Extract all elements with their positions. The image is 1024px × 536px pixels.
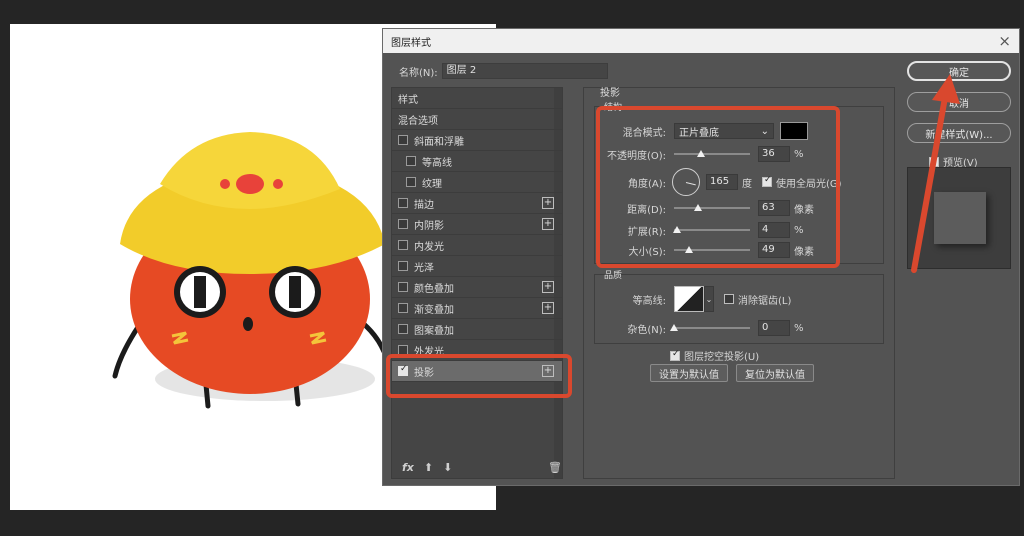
noise-input[interactable]: 0 [758, 320, 790, 336]
style-checkbox[interactable] [398, 219, 408, 229]
style-item-label: 等高线 [422, 157, 452, 169]
default-buttons-row: 设置为默认值 复位为默认值 [650, 364, 814, 382]
style-item[interactable]: 颜色叠加 + [392, 277, 562, 298]
style-item-label: 斜面和浮雕 [414, 136, 464, 148]
preview-swatch [934, 192, 986, 244]
move-up-icon[interactable]: ⬆ [424, 461, 433, 474]
add-style-icon[interactable]: + [542, 302, 554, 314]
style-item[interactable]: 描边 + [392, 193, 562, 214]
dialog-title: 图层样式 [391, 37, 431, 49]
trash-icon[interactable]: 🗑 [548, 461, 562, 474]
styles-header[interactable]: 样式 [392, 88, 562, 109]
quality-title: 品质 [604, 271, 623, 281]
noise-unit: % [794, 322, 804, 334]
style-checkbox[interactable] [406, 177, 416, 187]
style-item[interactable]: 图案叠加 [392, 319, 562, 340]
style-checkbox[interactable] [398, 303, 408, 313]
section-title: 投影 [600, 88, 620, 99]
reset-default-button[interactable]: 复位为默认值 [736, 364, 814, 382]
noise-label: 杂色(N): [627, 324, 666, 336]
chevron-down-icon[interactable]: ⌄ [704, 286, 714, 312]
style-checkbox[interactable] [398, 135, 408, 145]
layer-name-row: 名称(N): 图层 2 [399, 63, 608, 79]
style-checkbox[interactable] [398, 282, 408, 292]
close-icon[interactable]: × [998, 32, 1011, 50]
style-checkbox[interactable] [398, 261, 408, 271]
styles-list: 样式 混合选项 斜面和浮雕等高线纹理描边 + 内阴影 + 内发光光泽颜色叠加 + 渐变叠加 +… [391, 87, 563, 479]
style-item[interactable]: 光泽 [392, 256, 562, 277]
contour-picker[interactable] [674, 286, 704, 312]
blend-options-item[interactable]: 混合选项 [392, 109, 562, 130]
style-item-label: 纹理 [422, 178, 442, 190]
ok-button[interactable]: 确定 [907, 61, 1011, 81]
styles-list-footer: fx ⬆ ⬇ 🗑 [402, 461, 562, 474]
highlight-settings-box [596, 106, 840, 268]
knockout-checkbox[interactable] [670, 349, 680, 361]
knockout-label: 图层挖空投影(U) [684, 352, 760, 363]
contour-row: 等高线: ⌄ 消除锯齿(L) [600, 286, 791, 312]
fx-icon[interactable]: fx [402, 461, 414, 474]
style-item-label: 描边 [414, 199, 434, 211]
set-default-button[interactable]: 设置为默认值 [650, 364, 728, 382]
style-checkbox[interactable] [398, 240, 408, 250]
mascot-image [112, 132, 388, 409]
cancel-button[interactable]: 取消 [907, 92, 1011, 112]
noise-row: 杂色(N): 0 % [600, 320, 804, 336]
preview-checkbox[interactable] [929, 155, 939, 167]
noise-slider-thumb[interactable] [670, 324, 678, 331]
highlight-drop-shadow-box [386, 354, 572, 398]
knockout-row: 图层挖空投影(U) [670, 348, 759, 363]
style-checkbox[interactable] [398, 198, 408, 208]
move-down-icon[interactable]: ⬇ [443, 461, 452, 474]
add-style-icon[interactable]: + [542, 197, 554, 209]
style-item-label: 颜色叠加 [414, 283, 454, 295]
add-style-icon[interactable]: + [542, 281, 554, 293]
dialog-actions: 确定 取消 新建样式(W)... 预览(V) [907, 61, 1011, 169]
style-item[interactable]: 渐变叠加 + [392, 298, 562, 319]
style-item[interactable]: 纹理 [392, 172, 562, 193]
style-item-label: 内发光 [414, 241, 444, 253]
layer-name-label: 名称(N): [399, 67, 438, 79]
style-item-label: 渐变叠加 [414, 304, 454, 316]
dialog-titlebar: 图层样式 × [383, 29, 1019, 53]
style-item-label: 内阴影 [414, 220, 444, 232]
style-item-label: 光泽 [414, 262, 434, 274]
new-style-button[interactable]: 新建样式(W)... [907, 123, 1011, 143]
antialias-label: 消除锯齿(L) [738, 295, 792, 307]
style-item[interactable]: 内发光 [392, 235, 562, 256]
layer-name-input[interactable]: 图层 2 [441, 63, 608, 79]
style-item[interactable]: 斜面和浮雕 [392, 130, 562, 151]
style-item[interactable]: 等高线 [392, 151, 562, 172]
preview-thumbnail [907, 167, 1011, 269]
contour-label: 等高线: [632, 295, 666, 307]
style-item[interactable]: 内阴影 + [392, 214, 562, 235]
style-checkbox[interactable] [406, 156, 416, 166]
style-checkbox[interactable] [398, 324, 408, 334]
antialias-checkbox[interactable] [724, 294, 734, 304]
noise-slider[interactable] [670, 324, 750, 331]
style-item-label: 图案叠加 [414, 325, 454, 337]
add-style-icon[interactable]: + [542, 218, 554, 230]
